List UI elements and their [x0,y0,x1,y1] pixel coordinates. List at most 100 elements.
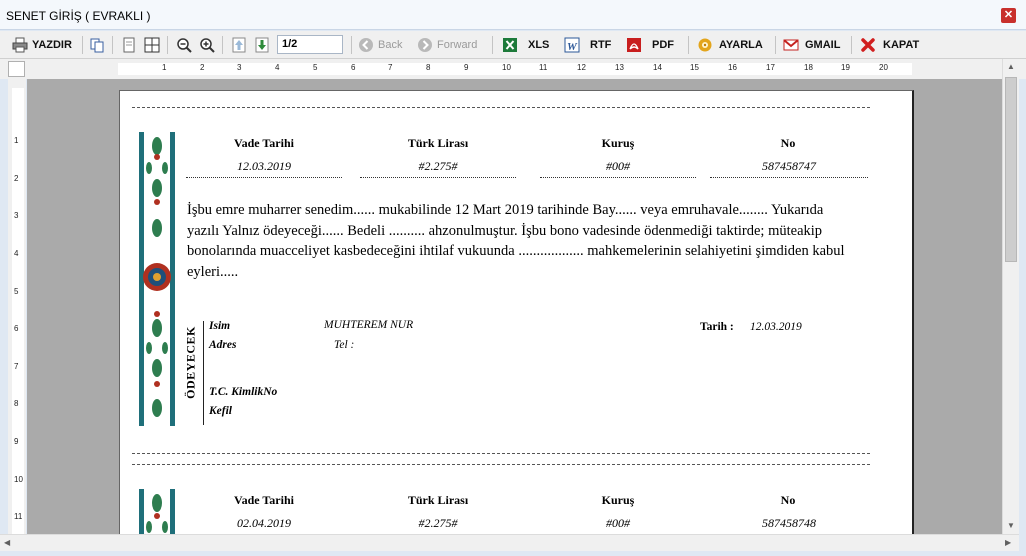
copy-button[interactable] [89,35,105,55]
header-due-date: Vade Tarihi [234,136,294,150]
toolbar: YAZDIR 1/2 Back Forward XLS W RTF PDF AY… [0,31,1026,59]
printer-icon [12,37,28,53]
value-note-number: 587458748 [762,516,816,530]
close-icon [861,38,875,52]
header-amount-tl: Türk Lirası [407,136,469,150]
h-ruler-label: 18 [804,63,813,72]
h-ruler-label: 19 [841,63,850,72]
forward-button[interactable]: Forward [417,35,477,55]
h-ruler-label: 6 [351,63,356,72]
scroll-left-icon[interactable]: ◀ [4,538,10,547]
xls-label: XLS [528,39,550,51]
copy-icon [90,38,104,53]
pdf-label: PDF [652,39,674,51]
name-label: Isim [209,320,231,332]
promissory-note-text: İşbu emre muharrer senedim...... mukabil… [187,202,845,280]
gear-icon [698,38,712,52]
v-ruler-label: 10 [14,475,23,484]
export-pdf-button[interactable]: PDF [626,35,674,55]
vertical-scroll-thumb[interactable] [1005,77,1017,262]
previous-page-button[interactable] [231,35,247,55]
debtor-divider [203,321,204,425]
vertical-ruler-area: 1 2 3 4 5 6 7 8 9 10 11 [8,79,26,534]
scroll-right-icon[interactable]: ▶ [1005,538,1011,547]
header-amount-kurus: Kuruş [601,493,635,507]
print-label: YAZDIR [32,39,72,51]
header-amount-tl: Türk Lirası [407,493,469,507]
export-rtf-button[interactable]: W RTF [564,35,611,55]
horizontal-scrollbar[interactable]: ◀ ▶ [0,534,1019,551]
gmail-button[interactable]: GMAIL [783,35,840,55]
horizontal-ruler: 1 2 3 4 5 6 7 8 9 10 11 12 13 14 15 16 1… [118,63,912,75]
single-page-icon [123,37,135,53]
issue-date-value: 12.03.2019 [750,321,802,333]
address-label: Adres [209,339,237,351]
name-value: MUHTEREM NUR [324,319,414,331]
next-page-button[interactable] [254,35,270,55]
debtor-section-title: ÖDEYECEK [184,322,198,404]
rtf-label: RTF [590,39,612,51]
gmail-label: GMAIL [805,39,841,51]
h-ruler-label: 1 [162,63,167,72]
window-title: SENET GİRİŞ ( EVRAKLI ) [6,9,151,23]
title-bar: SENET GİRİŞ ( EVRAKLI ) ✕ [0,0,1026,30]
settings-button[interactable]: AYARLA [697,35,763,55]
window-close-button[interactable]: ✕ [1001,8,1016,23]
forward-label: Forward [437,39,478,51]
vertical-scrollbar[interactable]: ▲ ▼ [1002,59,1019,534]
zoom-out-button[interactable] [176,35,192,55]
close-label: KAPAT [883,39,920,51]
print-button[interactable]: YAZDIR [12,35,72,55]
h-ruler-label: 3 [237,63,242,72]
export-xls-button[interactable]: XLS [502,35,549,55]
value-note-number: 587458747 [710,159,868,178]
v-ruler-label: 4 [14,249,19,258]
pdf-icon [627,38,641,52]
arrow-up-icon [232,37,246,53]
value-amount-kurus: #00# [540,159,696,178]
close-report-button[interactable]: KAPAT [860,35,919,55]
h-ruler-label: 7 [388,63,393,72]
h-ruler-label: 2 [200,63,205,72]
gmail-icon [783,39,799,51]
h-ruler-label: 11 [539,63,548,72]
scroll-down-icon[interactable]: ▼ [1007,521,1015,530]
zoom-out-icon [177,38,192,53]
v-ruler-label: 2 [14,174,19,183]
ruler-corner [8,61,25,77]
forward-icon [418,38,432,52]
v-ruler-label: 5 [14,287,19,296]
h-ruler-label: 14 [653,63,662,72]
single-page-button[interactable] [121,35,137,55]
scroll-up-icon[interactable]: ▲ [1007,62,1015,71]
issue-date-label: Tarih : [700,321,734,333]
arrow-down-icon [255,37,269,53]
v-ruler-label: 7 [14,362,19,371]
value-due-date: 02.04.2019 [237,516,291,530]
ornament-border-icon [139,132,175,426]
header-amount-kurus: Kuruş [601,136,635,150]
page-number-input[interactable]: 1/2 [277,35,343,54]
report-preview-area[interactable]: Vade Tarihi Türk Lirası Kuruş No 12.03.2… [27,79,1002,534]
h-ruler-label: 4 [275,63,280,72]
excel-icon [503,38,517,52]
h-ruler-label: 13 [615,63,624,72]
v-ruler-label: 9 [14,437,19,446]
report-page: Vade Tarihi Türk Lirası Kuruş No 12.03.2… [119,90,914,534]
h-ruler-label: 15 [690,63,699,72]
v-ruler-label: 8 [14,399,19,408]
settings-label: AYARLA [719,39,763,51]
v-ruler-label: 6 [14,324,19,333]
value-amount-kurus: #00# [606,516,630,530]
h-ruler-label: 5 [313,63,318,72]
multi-page-icon [144,37,160,53]
debtor-title-text: ÖDEYECEK [183,326,198,399]
ornament-border-icon [139,489,175,534]
back-button[interactable]: Back [358,35,402,55]
svg-text:W: W [567,41,578,53]
zoom-in-icon [200,38,215,53]
vertical-ruler: 1 2 3 4 5 6 7 8 9 10 11 [12,88,24,534]
tc-id-label: T.C. KimlikNo [209,386,278,398]
multi-page-button[interactable] [144,35,160,55]
zoom-in-button[interactable] [199,35,215,55]
